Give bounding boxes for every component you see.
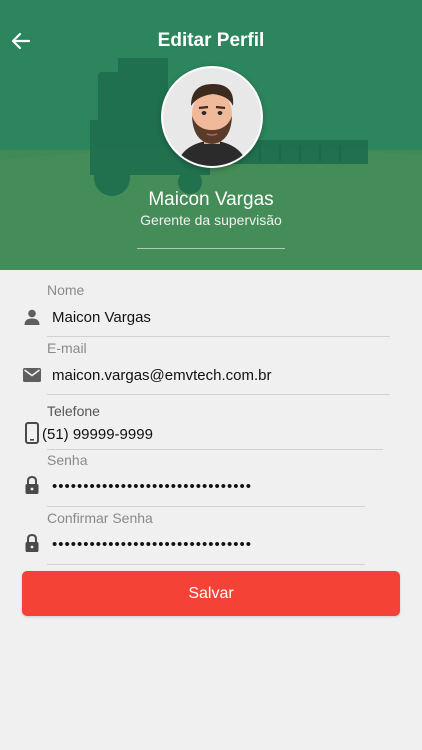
field-underline <box>47 506 365 507</box>
field-underline <box>47 449 383 450</box>
field-label: Telefone <box>47 403 100 419</box>
field-label: Senha <box>47 452 88 468</box>
field-label: Confirmar Senha <box>47 510 153 526</box>
field-underline <box>47 336 390 337</box>
telefone-input[interactable]: (51) 99999-9999 <box>42 426 153 443</box>
header-user-role: Gerente da supervisão <box>140 212 282 228</box>
avatar[interactable] <box>161 66 263 168</box>
phone-icon <box>22 422 42 444</box>
email-input[interactable]: maicon.vargas@emvtech.com.br <box>52 367 271 384</box>
field-underline <box>47 394 390 395</box>
senha-input[interactable]: •••••••••••••••••••••••••••••••• <box>52 478 252 495</box>
field-label: E-mail <box>47 340 87 356</box>
avatar-illustration <box>163 68 261 166</box>
lock-icon <box>22 475 42 495</box>
page-title: Editar Perfil <box>157 30 265 51</box>
nome-input[interactable]: Maicon Vargas <box>52 309 151 326</box>
profile-header: Editar Perfil Maicon Vargas Gerente da s… <box>0 0 422 270</box>
field-label: Nome <box>47 282 85 298</box>
person-icon <box>22 307 42 327</box>
mail-icon <box>22 365 42 385</box>
header-user-name: Maicon Vargas <box>148 189 274 210</box>
confirmar-senha-input[interactable]: •••••••••••••••••••••••••••••••• <box>52 536 252 553</box>
header-divider <box>137 248 285 249</box>
lock-icon <box>22 533 42 553</box>
save-button[interactable]: Salvar <box>22 571 400 616</box>
field-underline <box>47 564 365 565</box>
